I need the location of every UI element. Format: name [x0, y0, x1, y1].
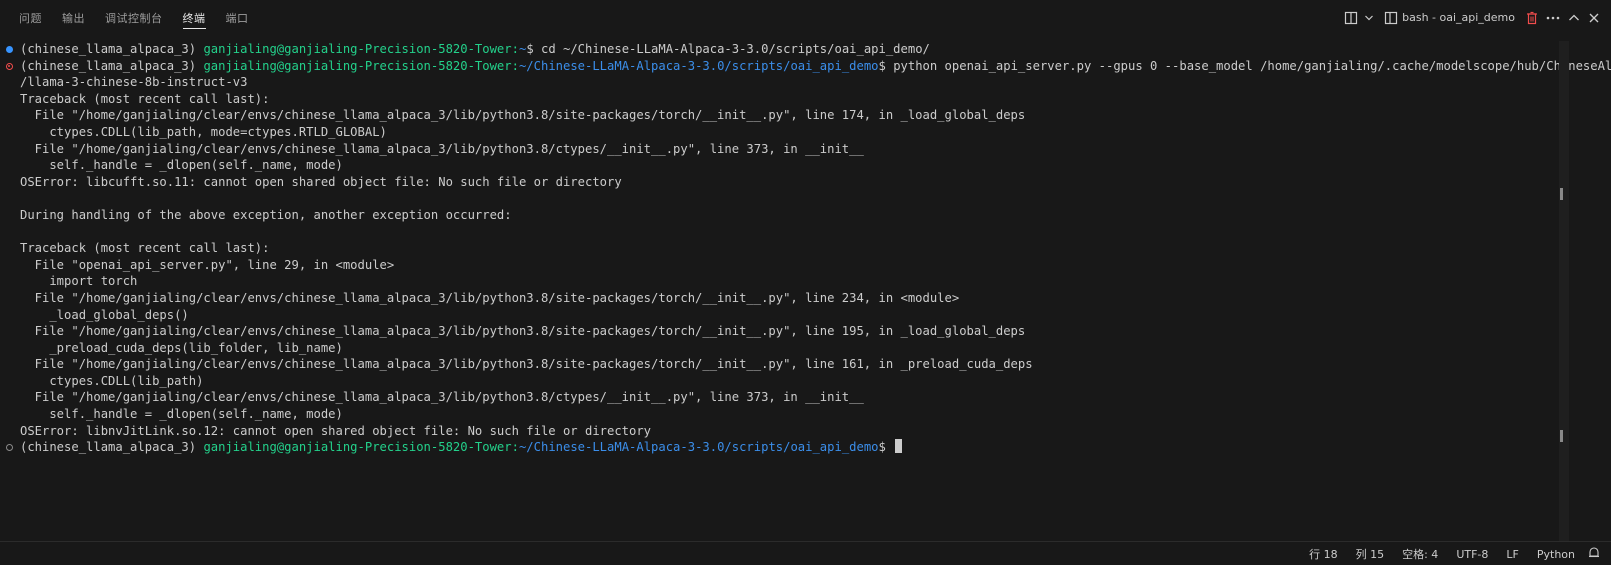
output-line: File "/home/ganjialing/clear/envs/chines…	[0, 323, 1600, 340]
output-line: import torch	[0, 273, 1600, 290]
output-text: File "/home/ganjialing/clear/envs/chines…	[20, 357, 1033, 372]
trash-icon	[1527, 11, 1537, 24]
scrollbar-error-marker	[1560, 188, 1563, 200]
output-text: /llama-3-chinese-8b-instruct-v3	[20, 75, 248, 90]
output-text: File "openai_api_server.py", line 29, in…	[20, 257, 395, 272]
prompt-line: (chinese_llama_alpaca_3) ganjialing@ganj…	[0, 41, 1600, 58]
output-text: File "/home/ganjialing/clear/envs/chines…	[20, 324, 1026, 339]
output-text: OSError: libnvJitLink.so.12: cannot open…	[20, 423, 652, 438]
output-line: _load_global_deps()	[0, 307, 1600, 324]
prompt-user-host: ganjialing@ganjialing-Precision-5820-Tow…	[203, 42, 512, 56]
status-line[interactable]: 行 18	[1309, 546, 1338, 562]
output-text: File "/home/ganjialing/clear/envs/chines…	[20, 290, 960, 305]
command-error-icon[interactable]	[6, 62, 13, 70]
output-text: ctypes.CDLL(lib_path)	[20, 373, 204, 388]
terminal-cursor	[895, 439, 903, 454]
status-language[interactable]: Python	[1537, 548, 1575, 561]
terminal-icon	[1385, 11, 1398, 24]
output-text: File "/home/ganjialing/clear/envs/chines…	[20, 141, 864, 156]
prompt-line: (chinese_llama_alpaca_3) ganjialing@ganj…	[0, 439, 1600, 456]
output-text: OSError: libcufft.so.11: cannot open sha…	[20, 174, 622, 189]
output-text: _preload_cuda_deps(lib_folder, lib_name)	[20, 340, 343, 355]
launch-profile-button[interactable]	[1364, 7, 1374, 29]
split-terminal-icon	[1345, 11, 1358, 24]
output-line: ctypes.CDLL(lib_path, mode=ctypes.RTLD_G…	[0, 124, 1600, 141]
output-line: File "openai_api_server.py", line 29, in…	[0, 257, 1600, 274]
panel-tab-bar: 问题 输出 调试控制台 终端 端口 bash - oai_api_demo	[0, 0, 1611, 35]
prompt-line: (chinese_llama_alpaca_3) ganjialing@ganj…	[0, 58, 1611, 75]
more-icon	[1546, 16, 1560, 19]
output-line: File "/home/ganjialing/clear/envs/chines…	[0, 141, 1600, 158]
terminal-output[interactable]: (chinese_llama_alpaca_3) ganjialing@ganj…	[0, 41, 1611, 541]
output-line: self._handle = _dlopen(self._name, mode)	[0, 406, 1600, 423]
maximize-panel-button[interactable]	[1567, 7, 1581, 29]
bell-icon[interactable]	[1587, 546, 1601, 560]
output-text: File "/home/ganjialing/clear/envs/chines…	[20, 390, 864, 405]
output-line: Traceback (most recent call last):	[0, 240, 1600, 257]
status-indentation[interactable]: 空格: 4	[1402, 546, 1438, 562]
output-line: File "/home/ganjialing/clear/envs/chines…	[0, 290, 1600, 307]
prompt-env: (chinese_llama_alpaca_3)	[20, 58, 204, 73]
prompt-command: $ python openai_api_server.py --gpus 0 -…	[878, 58, 1611, 73]
output-text: self._handle = _dlopen(self._name, mode)	[20, 407, 343, 422]
status-encoding[interactable]: UTF-8	[1456, 548, 1488, 561]
prompt-path: ~/Chinese-LLaMA-Alpaca-3-3.0/scripts/oai…	[518, 440, 879, 455]
output-text: _load_global_deps()	[20, 307, 189, 322]
prompt-separator: :	[511, 42, 519, 56]
status-column[interactable]: 列 15	[1356, 546, 1385, 562]
output-text: self._handle = _dlopen(self._name, mode)	[20, 158, 343, 173]
status-eol[interactable]: LF	[1506, 548, 1518, 561]
prompt-env: (chinese_llama_alpaca_3)	[20, 42, 204, 56]
output-line: OSError: libcufft.so.11: cannot open sha…	[0, 174, 1600, 191]
tab-problems[interactable]: 问题	[19, 0, 42, 35]
output-line: During handling of the above exception, …	[0, 207, 1600, 224]
kill-terminal-button[interactable]	[1525, 7, 1539, 29]
command-success-icon[interactable]	[6, 46, 13, 53]
more-actions-button[interactable]	[1545, 7, 1561, 29]
output-line: OSError: libnvJitLink.so.12: cannot open…	[0, 423, 1600, 440]
split-terminal-button[interactable]	[1344, 7, 1358, 29]
scrollbar-cursor-marker	[1560, 430, 1563, 442]
tab-output[interactable]: 输出	[62, 0, 85, 35]
prompt-path: ~/Chinese-LLaMA-Alpaca-3-3.0/scripts/oai…	[518, 58, 879, 73]
output-text: File "/home/ganjialing/clear/envs/chines…	[20, 108, 1026, 123]
panel-actions: bash - oai_api_demo	[1344, 0, 1601, 35]
prompt-user-host: ganjialing@ganjialing-Precision-5820-Tow…	[203, 440, 512, 455]
output-line: File "/home/ganjialing/clear/envs/chines…	[0, 107, 1600, 124]
output-text: import torch	[20, 274, 138, 289]
output-line: File "/home/ganjialing/clear/envs/chines…	[0, 389, 1600, 406]
terminal-title: bash - oai_api_demo	[1402, 11, 1515, 24]
output-line: File "/home/ganjialing/clear/envs/chines…	[0, 356, 1600, 373]
close-icon	[1589, 13, 1599, 22]
output-text: ctypes.CDLL(lib_path, mode=ctypes.RTLD_G…	[20, 124, 387, 139]
output-line: /llama-3-chinese-8b-instruct-v3	[0, 74, 1600, 91]
output-line: self._handle = _dlopen(self._name, mode)	[0, 157, 1600, 174]
tab-terminal[interactable]: 终端	[182, 0, 206, 35]
prompt-env: (chinese_llama_alpaca_3)	[20, 440, 204, 455]
output-text: Traceback (most recent call last):	[20, 91, 270, 106]
prompt-separator: :	[511, 58, 519, 73]
prompt-command: $ cd ~/Chinese-LLaMA-Alpaca-3-3.0/script…	[526, 42, 930, 56]
output-line: _preload_cuda_deps(lib_folder, lib_name)	[0, 340, 1600, 357]
tab-ports[interactable]: 端口	[226, 0, 249, 35]
close-panel-button[interactable]	[1587, 7, 1601, 29]
status-bar: 行 18 列 15 空格: 4 UTF-8 LF Python	[0, 541, 1611, 565]
maximize-panel-icon	[1569, 14, 1579, 20]
output-text: During handling of the above exception, …	[20, 207, 512, 222]
output-line: ctypes.CDLL(lib_path)	[0, 373, 1600, 390]
output-line: Traceback (most recent call last):	[0, 91, 1600, 108]
prompt-separator: :	[511, 440, 519, 455]
prompt-command: $	[878, 440, 894, 455]
terminal-scrollbar[interactable]	[1559, 41, 1569, 549]
terminal-instance-label[interactable]: bash - oai_api_demo	[1380, 7, 1519, 29]
tab-debug-console[interactable]: 调试控制台	[105, 0, 163, 35]
output-text: Traceback (most recent call last):	[20, 241, 270, 256]
command-pending-icon[interactable]	[6, 444, 13, 452]
chevron-down-icon	[1365, 15, 1374, 20]
prompt-user-host: ganjialing@ganjialing-Precision-5820-Tow…	[203, 58, 512, 73]
